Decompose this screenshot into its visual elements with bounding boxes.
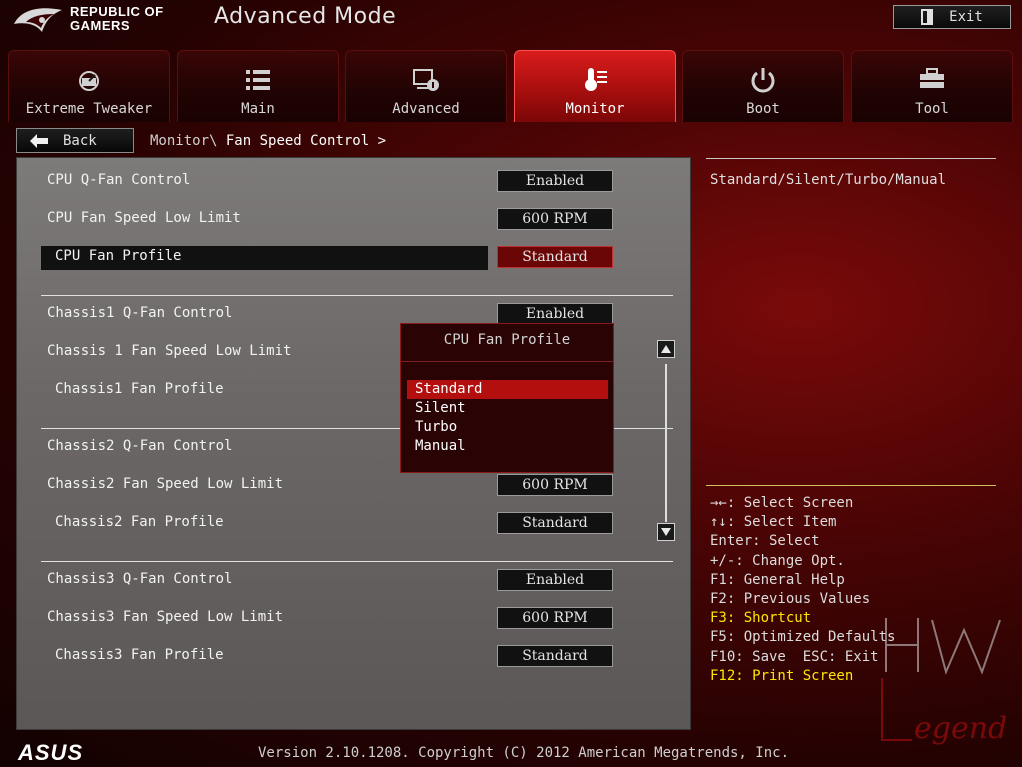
svg-text:egend: egend [914,711,1007,746]
version-text: Version 2.10.1208. Copyright (C) 2012 Am… [258,745,790,761]
tab-label: Boot [746,101,780,117]
popup-title: CPU Fan Profile [443,332,571,348]
key-legend-item-print[interactable]: F12: Print Screen [710,667,895,686]
key-legend-item: F10: Save ESC: Exit [710,648,879,665]
setting-label[interactable]: Chassis2 Fan Profile [55,514,224,530]
exit-door-icon [921,9,934,25]
key-legend-item: Enter: Select [710,533,820,550]
tab-extreme-tweaker[interactable]: Extreme Tweaker [8,50,170,122]
tab-label: Extreme Tweaker [25,101,153,117]
brand-line2: GAMERS [70,18,131,33]
asus-logo: ASUS [18,740,84,765]
tool-icon [920,68,944,88]
triangle-up-icon [661,345,671,353]
breadcrumb-current: Fan Speed Control [225,133,370,149]
setting-label[interactable]: Chassis1 Fan Profile [55,381,224,397]
popup-option-standard[interactable]: Standard [407,380,608,399]
brand-line1: REPUBLIC OF [70,4,164,19]
tab-advanced[interactable]: Advanced [345,50,507,122]
tab-label: Tool [915,101,949,117]
help-divider-keys [706,485,996,486]
scroll-up-button[interactable] [657,340,675,358]
popup-divider [401,361,613,362]
chassis2-fan-low-limit-value[interactable]: 600 RPM [497,474,613,496]
section-divider [41,295,673,296]
key-legend-item: →←: Select Screen [710,495,854,511]
advanced-icon [413,69,439,91]
back-arrow-icon [30,133,48,148]
tab-label: Advanced [392,101,460,117]
breadcrumb-parent[interactable]: Monitor\ [150,133,217,149]
setting-label[interactable]: Chassis 1 Fan Speed Low Limit [47,343,291,359]
list-icon [246,70,270,90]
main-tabs: Extreme Tweaker Main Advanced Monitor Bo… [8,50,1014,122]
key-legend-item: ↑↓: Select Item [710,514,837,531]
chassis3-fan-low-limit-value[interactable]: 600 RPM [497,607,613,629]
chassis3-fan-profile-value[interactable]: Standard [497,645,613,667]
tab-boot[interactable]: Boot [682,50,844,122]
chassis2-fan-profile-value[interactable]: Standard [497,512,613,534]
exit-label: Exit [949,9,983,25]
breadcrumb-chevron: > [377,133,387,149]
setting-label[interactable]: CPU Fan Speed Low Limit [47,210,241,226]
tab-tool[interactable]: Tool [851,50,1013,122]
exit-button[interactable]: Exit [893,5,1011,29]
key-legend-item: +/-: Change Opt. [710,552,845,569]
setting-label[interactable]: Chassis2 Q-Fan Control [47,438,232,454]
tweaker-icon [79,71,99,91]
cpu-fan-low-limit-value[interactable]: 600 RPM [497,208,613,230]
scrollbar-track[interactable] [665,364,667,522]
setting-label[interactable]: Chassis3 Fan Profile [55,647,224,663]
key-legend-item: F2: Previous Values [710,591,871,608]
tab-main[interactable]: Main [177,50,339,122]
triangle-down-icon [661,528,671,536]
chassis1-qfan-control-value[interactable]: Enabled [497,303,613,325]
tab-label: Monitor [565,101,625,117]
tab-label: Main [241,101,275,117]
help-description: Standard/Silent/Turbo/Manual [710,172,947,188]
setting-label[interactable]: Chassis3 Fan Speed Low Limit [47,609,283,625]
mode-title: Advanced Mode [214,4,397,29]
key-legend-item: F5: Optimized Defaults [710,629,896,646]
chassis3-qfan-control-value[interactable]: Enabled [497,569,613,591]
hwlegend-watermark: egend [881,618,1007,746]
setting-label[interactable]: Chassis3 Q-Fan Control [47,571,232,587]
help-divider-top [706,158,996,159]
brand-text: REPUBLIC OF GAMERS [70,5,164,33]
setting-label[interactable]: CPU Fan Profile [55,248,181,264]
cpu-fan-profile-value[interactable]: Standard [497,246,613,268]
popup-option-turbo[interactable]: Turbo [407,418,608,437]
key-legend-item-shortcut[interactable]: F3: Shortcut [710,609,895,628]
monitor-icon [585,68,607,91]
section-divider [41,561,673,562]
breadcrumb: Monitor\ Fan Speed Control > [150,133,386,149]
cpu-fan-profile-popup: CPU Fan Profile Standard Silent Turbo Ma… [400,323,614,473]
setting-label[interactable]: Chassis2 Fan Speed Low Limit [47,476,283,492]
cpu-qfan-control-value[interactable]: Enabled [497,170,613,192]
popup-option-manual[interactable]: Manual [407,437,608,456]
key-legend-item: F1: General Help [710,571,845,588]
power-icon [751,68,775,93]
setting-label[interactable]: CPU Q-Fan Control [47,172,190,188]
key-legend: →←: Select Screen ↑↓: Select Item Enter:… [710,494,895,686]
back-button[interactable]: Back [16,128,134,153]
scroll-down-button[interactable] [657,523,675,541]
back-label: Back [63,132,97,149]
setting-label[interactable]: Chassis1 Q-Fan Control [47,305,232,321]
popup-option-silent[interactable]: Silent [407,399,608,418]
tab-monitor[interactable]: Monitor [514,50,676,122]
rog-eye-icon [14,8,62,32]
